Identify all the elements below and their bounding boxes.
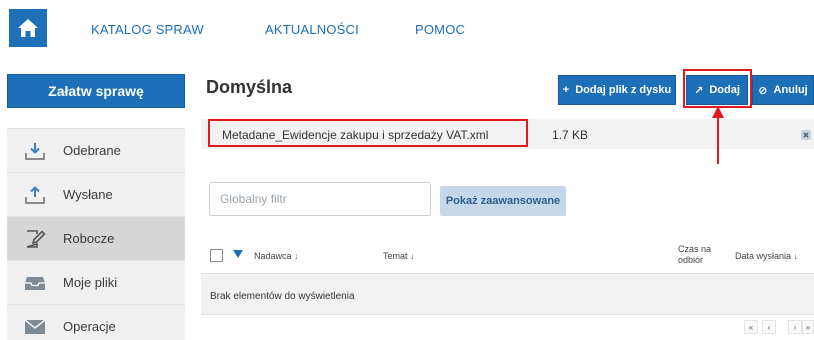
pager-last-button[interactable]: » bbox=[802, 320, 814, 334]
sidebar-item-odebrane[interactable]: Odebrane bbox=[7, 129, 185, 173]
nav-link-katalog-spraw[interactable]: KATALOG SPRAW bbox=[91, 22, 204, 37]
draft-edit-icon bbox=[23, 227, 47, 251]
sort-arrow-icon: ↓ bbox=[793, 251, 799, 261]
empty-table-message: Brak elementów do wyświetlenia bbox=[210, 291, 355, 302]
column-label: Data wysłania bbox=[735, 251, 792, 261]
sort-arrow-icon: ↓ bbox=[294, 251, 299, 261]
table-bottom-divider bbox=[201, 314, 814, 315]
home-button[interactable] bbox=[9, 9, 47, 47]
sidebar-item-label: Odebrane bbox=[63, 143, 121, 158]
zalatw-sprawe-button[interactable]: Załatw sprawę bbox=[7, 74, 185, 108]
column-header-czas-na-odbior[interactable]: Czas na odbiór bbox=[678, 244, 718, 266]
add-file-from-disk-label: Dodaj plik z dysku bbox=[575, 84, 672, 96]
add-label: Dodaj bbox=[709, 84, 740, 96]
column-label: Temat bbox=[383, 251, 408, 261]
pager-prev-button[interactable]: ‹ bbox=[762, 320, 776, 334]
home-icon bbox=[18, 19, 38, 37]
column-header-nadawca[interactable]: Nadawca ↓ bbox=[254, 251, 299, 261]
sidebar-item-label: Operacje bbox=[63, 319, 116, 334]
sidebar-item-wyslane[interactable]: Wysłane bbox=[7, 173, 185, 217]
show-advanced-button[interactable]: Pokaż zaawansowane bbox=[440, 186, 566, 216]
sidebar-item-label: Wysłane bbox=[63, 187, 113, 202]
sidebar-item-moje-pliki[interactable]: Moje pliki bbox=[7, 261, 185, 305]
attached-file-name: Metadane_Ewidencje zakupu i sprzedaży VA… bbox=[222, 128, 489, 142]
inbox-download-icon bbox=[23, 139, 47, 163]
sort-arrow-icon: ↓ bbox=[410, 251, 415, 261]
plus-icon: + bbox=[562, 84, 570, 96]
upload-arrow-icon: ↗ bbox=[694, 84, 704, 97]
pager-first-button[interactable]: « bbox=[744, 320, 758, 334]
add-button[interactable]: ↗ Dodaj bbox=[686, 75, 748, 105]
global-filter-input[interactable] bbox=[209, 182, 431, 216]
sidebar: Odebrane Wysłane Robocze Moje pliki Oper… bbox=[7, 128, 185, 340]
column-label: Nadawca bbox=[254, 251, 292, 261]
remove-file-icon[interactable]: ✖ bbox=[801, 130, 811, 140]
attached-file-size: 1.7 KB bbox=[552, 128, 589, 142]
add-file-from-disk-button[interactable]: + Dodaj plik z dysku bbox=[558, 75, 676, 105]
sidebar-item-label: Robocze bbox=[63, 231, 115, 246]
annotation-arrow bbox=[712, 106, 724, 164]
page-title: Domyślna bbox=[206, 77, 293, 97]
cancel-label: Anuluj bbox=[773, 84, 808, 96]
tray-icon bbox=[23, 271, 47, 295]
select-all-checkbox[interactable] bbox=[210, 249, 223, 262]
nav-link-aktualnosci[interactable]: AKTUALNOŚCI bbox=[265, 22, 359, 37]
sort-dropdown-icon[interactable] bbox=[233, 250, 243, 258]
envelope-icon bbox=[23, 315, 47, 339]
sidebar-item-label: Moje pliki bbox=[63, 275, 118, 290]
sidebar-item-robocze[interactable]: Robocze bbox=[7, 217, 185, 261]
column-header-data-wyslania[interactable]: Data wysłania ↓ bbox=[735, 251, 798, 261]
sidebar-item-operacje[interactable]: Operacje bbox=[7, 305, 185, 340]
cancel-circle-icon: ⊘ bbox=[758, 84, 768, 97]
column-header-temat[interactable]: Temat ↓ bbox=[383, 251, 415, 261]
cancel-button[interactable]: ⊘ Anuluj bbox=[752, 75, 814, 105]
nav-link-pomoc[interactable]: POMOC bbox=[415, 22, 465, 37]
outbox-upload-icon bbox=[23, 183, 47, 207]
pager-next-button[interactable]: › bbox=[788, 320, 802, 334]
